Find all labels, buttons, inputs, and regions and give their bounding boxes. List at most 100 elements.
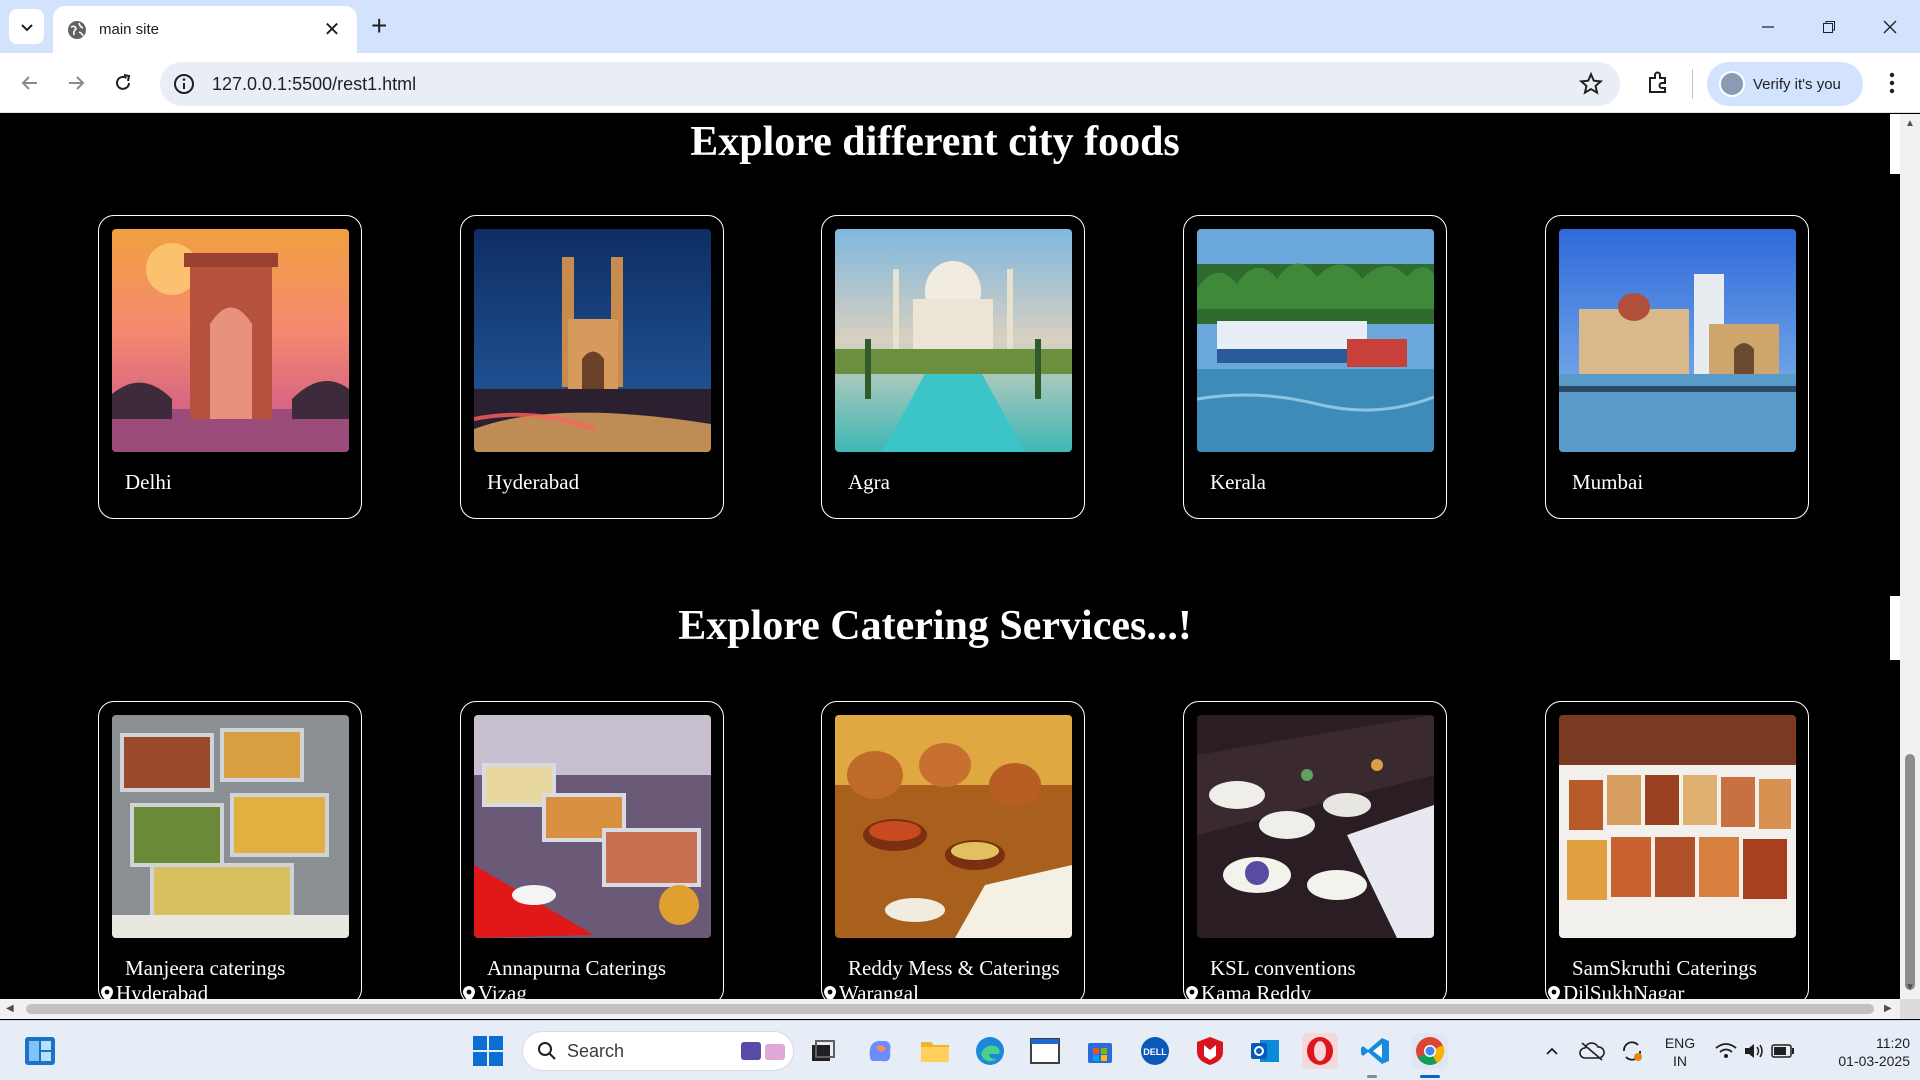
restore-icon <box>1823 21 1835 33</box>
caterer-card-ksl[interactable]: KSL conventions Kama Reddy <box>1183 701 1447 999</box>
scroll-down-arrow-icon[interactable]: ▼ <box>1905 982 1915 993</box>
minimize-button[interactable] <box>1745 12 1791 42</box>
page-viewport: Explore different city foods Delhi Hyder… <box>0 114 1900 999</box>
window-app-icon <box>1030 1038 1060 1064</box>
caterer-image[interactable] <box>835 715 1072 938</box>
city-image[interactable] <box>474 229 711 452</box>
caterer-image[interactable] <box>1559 715 1796 938</box>
scroll-right-arrow-icon[interactable]: ▶ <box>1884 1003 1892 1014</box>
widgets-button[interactable] <box>22 1033 58 1069</box>
minimize-icon <box>1762 26 1774 28</box>
sync-button[interactable] <box>1615 1033 1649 1069</box>
edge-icon <box>976 1037 1004 1065</box>
city-image[interactable] <box>835 229 1072 452</box>
copilot-button[interactable] <box>862 1033 898 1069</box>
show-hidden-icons-button[interactable] <box>1535 1033 1569 1069</box>
opera-button[interactable] <box>1302 1033 1338 1069</box>
city-image[interactable] <box>112 229 349 452</box>
start-button[interactable] <box>470 1033 506 1069</box>
chrome-icon <box>1416 1037 1445 1065</box>
scroll-up-arrow-icon[interactable]: ▲ <box>1905 118 1915 129</box>
sync-icon <box>1623 1041 1642 1061</box>
avatar <box>1719 71 1745 97</box>
location-pin-icon <box>824 985 836 999</box>
chafing-dishes-photo <box>474 715 711 938</box>
buffet-trays-photo <box>112 715 349 938</box>
volume-icon <box>1745 1044 1763 1058</box>
caterer-location: Hyderabad <box>99 981 208 999</box>
city-image[interactable] <box>1197 229 1434 452</box>
address-bar[interactable]: 127.0.0.1:5500/rest1.html <box>160 62 1620 106</box>
file-explorer-button[interactable] <box>917 1033 953 1069</box>
forward-button[interactable] <box>62 69 90 97</box>
language-code: ENG <box>1664 1035 1696 1051</box>
caterer-image[interactable] <box>112 715 349 938</box>
close-window-button[interactable] <box>1867 12 1913 42</box>
scroll-left-arrow-icon[interactable]: ◀ <box>6 1003 14 1014</box>
vertical-scroll-thumb[interactable] <box>1905 754 1915 990</box>
caterer-location: Vizag <box>461 981 527 999</box>
active-app-indicator <box>1420 1075 1440 1078</box>
browser-menu-button[interactable] <box>1880 69 1904 97</box>
taskbar-search-box[interactable]: Search <box>522 1031 794 1071</box>
horizontal-scrollbar[interactable]: ◀ ▶ <box>0 999 1900 1019</box>
vertical-scrollbar[interactable]: ▲ ▼ <box>1900 114 1920 999</box>
reload-button[interactable] <box>109 69 137 97</box>
clock[interactable]: 11:20 01-03-2025 <box>1810 1034 1910 1070</box>
city-name: Delhi <box>125 470 172 494</box>
caterer-image[interactable] <box>1197 715 1434 938</box>
onedrive-button[interactable] <box>1575 1033 1609 1069</box>
horizontal-scroll-thumb[interactable] <box>26 1004 1874 1014</box>
taj-mahal-photo <box>835 229 1072 452</box>
new-tab-button[interactable]: + <box>371 12 387 40</box>
active-tab[interactable]: main site ✕ <box>53 6 357 53</box>
extensions-puzzle-icon[interactable] <box>1644 69 1672 97</box>
caterer-card-samskruthi[interactable]: SamSkruthi Caterings DilSukhNagar <box>1545 701 1809 999</box>
caterer-card-annapurna[interactable]: Annapurna Caterings Vizag <box>460 701 724 999</box>
dell-app-button[interactable]: DELL <box>1137 1033 1173 1069</box>
microsoft-store-button[interactable] <box>1082 1033 1118 1069</box>
location-text: Vizag <box>478 981 527 999</box>
restore-button[interactable] <box>1806 12 1852 42</box>
city-name: Hyderabad <box>487 470 580 494</box>
city-card-kerala[interactable]: Kerala <box>1183 215 1447 519</box>
caterer-image[interactable] <box>474 715 711 938</box>
city-card-agra[interactable]: Agra <box>821 215 1085 519</box>
caterer-card-manjeera[interactable]: Manjeera caterings Hyderabad <box>98 701 362 999</box>
site-info-icon[interactable] <box>172 72 196 96</box>
clock-date: 01-03-2025 <box>1838 1053 1910 1069</box>
scroll-corner <box>1900 999 1920 1019</box>
quick-settings-button[interactable] <box>1710 1033 1800 1069</box>
wifi-icon <box>1715 1043 1737 1058</box>
city-card-delhi[interactable]: Delhi <box>98 215 362 519</box>
food-trays-photo <box>1559 715 1796 938</box>
mcafee-button[interactable] <box>1192 1033 1228 1069</box>
store-icon <box>1088 1043 1112 1063</box>
caterer-card-reddy-mess[interactable]: Reddy Mess & Caterings Warangal <box>821 701 1085 999</box>
location-pin-icon <box>463 985 475 999</box>
chevron-down-icon <box>20 23 33 31</box>
vscode-icon <box>1361 1038 1389 1064</box>
city-card-hyderabad[interactable]: Hyderabad <box>460 215 724 519</box>
battery-icon <box>1771 1044 1794 1058</box>
language-indicator[interactable]: ENG IN <box>1662 1034 1698 1070</box>
outlook-button[interactable] <box>1247 1033 1283 1069</box>
browser-toolbar: 127.0.0.1:5500/rest1.html Verify it's yo… <box>0 53 1920 113</box>
search-placeholder: Search <box>567 1040 625 1061</box>
city-image[interactable] <box>1559 229 1796 452</box>
bookmark-star-icon[interactable] <box>1578 71 1604 97</box>
tab-search-button[interactable] <box>9 9 44 44</box>
close-tab-icon[interactable]: ✕ <box>321 17 343 42</box>
gateway-of-india-photo <box>1559 229 1796 452</box>
caterer-location: DilSukhNagar <box>1546 981 1684 999</box>
city-card-mumbai[interactable]: Mumbai <box>1545 215 1809 519</box>
edge-browser-button[interactable] <box>972 1033 1008 1069</box>
url-text[interactable]: 127.0.0.1:5500/rest1.html <box>212 74 1578 95</box>
task-view-button[interactable] <box>805 1033 841 1069</box>
chrome-button[interactable] <box>1412 1033 1448 1069</box>
opera-icon <box>1307 1037 1333 1065</box>
profile-verify-button[interactable]: Verify it's you <box>1707 62 1863 106</box>
notepad-button[interactable] <box>1027 1033 1063 1069</box>
vscode-button[interactable] <box>1357 1033 1393 1069</box>
back-button[interactable] <box>16 69 44 97</box>
